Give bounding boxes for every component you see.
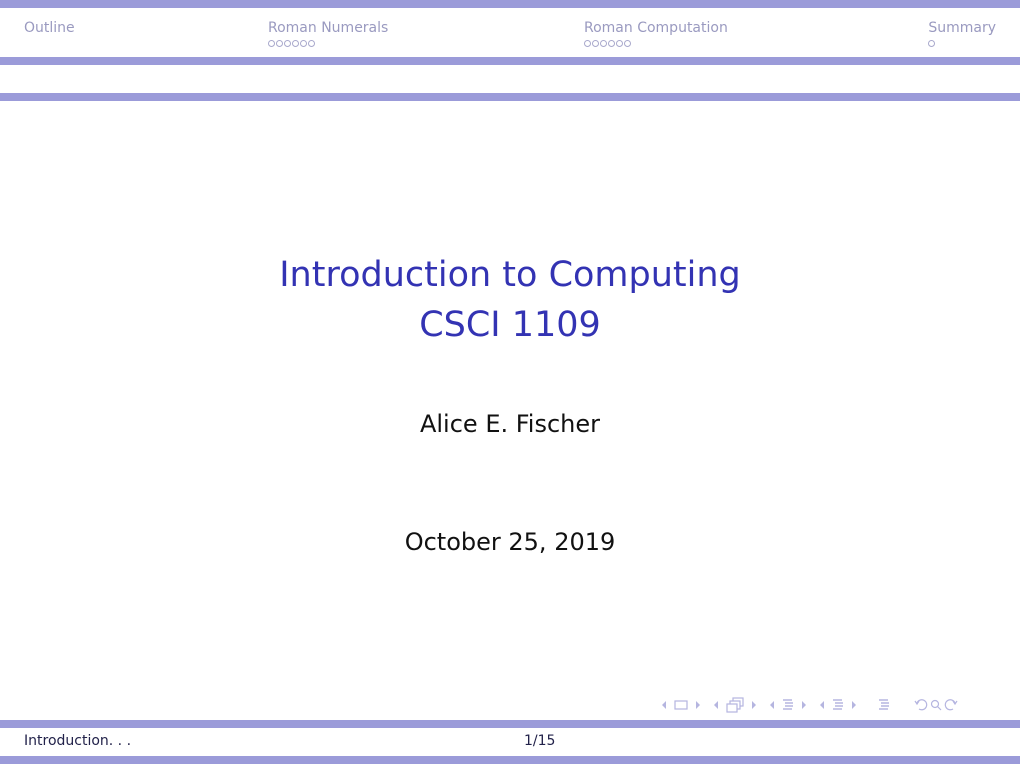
frame-dot[interactable]: [600, 40, 607, 47]
frame-dot[interactable]: [308, 40, 315, 47]
frame-dot[interactable]: [592, 40, 599, 47]
section-list-nav: [818, 698, 858, 712]
subsection-frames-icon[interactable]: [726, 697, 744, 713]
nav-section-label: Roman Computation: [584, 20, 728, 36]
frame-dot[interactable]: [928, 40, 936, 47]
header-top-bar: [0, 0, 1020, 8]
next-section-list-arrow-icon[interactable]: [850, 700, 858, 710]
prev-frame-arrow-icon[interactable]: [660, 700, 668, 710]
nav-section-roman-computation[interactable]: Roman Computation: [584, 19, 728, 52]
nav-section-label: Summary: [928, 20, 996, 36]
next-section-arrow-icon[interactable]: [800, 700, 808, 710]
frame-dot[interactable]: [624, 40, 631, 47]
frame-dot[interactable]: [276, 40, 283, 47]
nav-section-roman-numerals[interactable]: Roman Numerals: [268, 19, 388, 52]
frame-dot[interactable]: [608, 40, 615, 47]
frame-nav: [660, 700, 702, 710]
next-subsection-arrow-icon[interactable]: [750, 700, 758, 710]
frame-dot[interactable]: [584, 40, 591, 47]
subsection-nav: [712, 697, 758, 713]
prev-section-arrow-icon[interactable]: [768, 700, 776, 710]
search-icon[interactable]: [930, 699, 942, 711]
nav-frame-dots: [24, 40, 75, 52]
title-line: Introduction to Computing: [279, 255, 741, 295]
subtitle-line: CSCI 1109: [419, 305, 601, 345]
next-frame-arrow-icon[interactable]: [694, 700, 702, 710]
document-nav: [878, 698, 890, 712]
section-list-icon[interactable]: [832, 698, 844, 712]
nav-section-label: Roman Numerals: [268, 20, 389, 36]
frame-dot[interactable]: [292, 40, 299, 47]
search-nav: [914, 699, 958, 711]
section-icon[interactable]: [782, 698, 794, 712]
slide-title: Introduction to Computing CSCI 1109: [0, 250, 1020, 350]
nav-frame-dots[interactable]: [928, 40, 996, 52]
undo-icon[interactable]: [914, 699, 928, 711]
footer-bottom-bar: [0, 756, 1020, 764]
beamer-navigation-symbols: [660, 695, 958, 715]
redo-icon[interactable]: [944, 699, 958, 711]
document-icon[interactable]: [878, 698, 890, 712]
frame-dot[interactable]: [268, 40, 275, 47]
frame-title-bar: [0, 93, 1020, 101]
frame-icon[interactable]: [674, 700, 688, 710]
nav-frame-dots[interactable]: [584, 40, 728, 52]
author: Alice E. Fischer: [419, 410, 601, 438]
nav-frame-dots[interactable]: [268, 40, 388, 52]
frame-dot[interactable]: [616, 40, 623, 47]
prev-section-list-arrow-icon[interactable]: [818, 700, 826, 710]
footer-page-number: 1/15: [524, 733, 556, 749]
nav-section-label: Outline: [24, 20, 75, 36]
section-nav: [768, 698, 808, 712]
frame-dot[interactable]: [300, 40, 307, 47]
nav-section-outline[interactable]: Outline: [24, 19, 75, 52]
date: October 25, 2019: [404, 528, 616, 556]
prev-subsection-arrow-icon[interactable]: [712, 700, 720, 710]
footer-top-bar: [0, 720, 1020, 728]
frame-dot[interactable]: [284, 40, 291, 47]
nav-section-summary[interactable]: Summary: [928, 19, 996, 52]
header-bottom-bar: [0, 57, 1020, 65]
footer-short-title: Introduction. . .: [24, 733, 132, 749]
